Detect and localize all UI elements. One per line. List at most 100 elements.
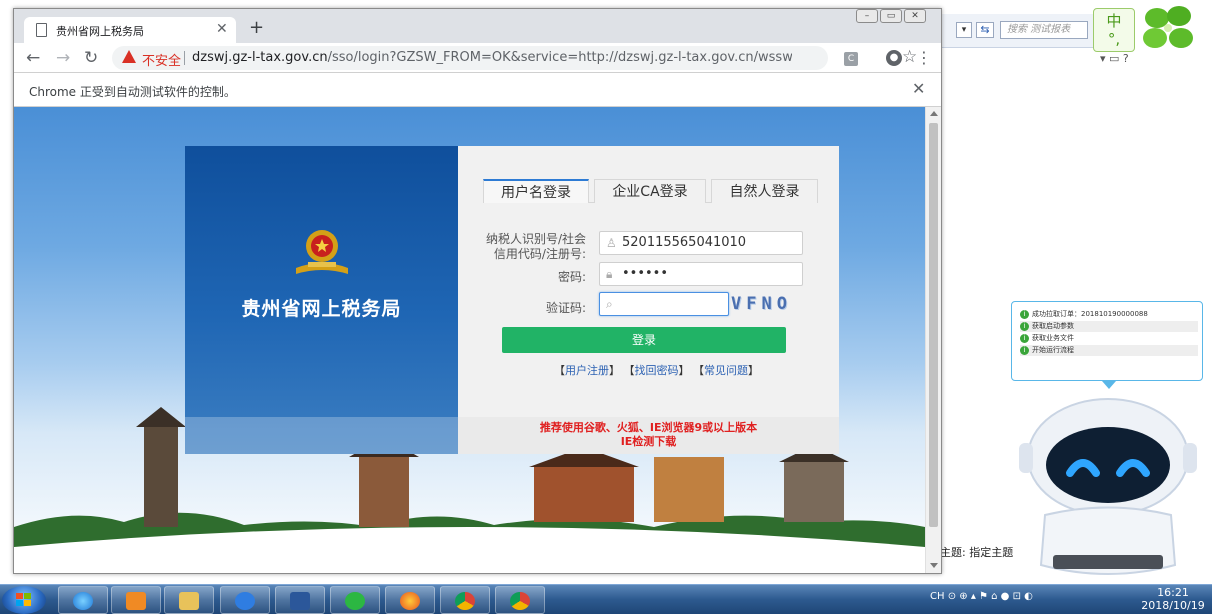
menu-dots-icon[interactable]: ⋮ (916, 48, 932, 67)
taskbar: CH ⊙ ⊕ ▴ ⚑ ⌂ ● ⊡ ◐ 16:21 2018/10/19 (0, 584, 1212, 614)
vertical-scrollbar[interactable] (925, 107, 941, 573)
robot-assistant-icon[interactable] (1015, 395, 1201, 583)
taskbar-sogou[interactable] (220, 586, 270, 614)
tab-enterprise-ca-login[interactable]: 企业CA登录 (594, 179, 706, 203)
system-tray: CH ⊙ ⊕ ▴ ⚑ ⌂ ● ⊡ ◐ (930, 591, 1033, 602)
password-value: •••••• (622, 266, 669, 281)
password-input[interactable]: 🔒︎ •••••• (599, 262, 803, 286)
scroll-down-icon[interactable] (930, 563, 938, 568)
password-label: 密码: (557, 270, 586, 284)
info-icon: i (1020, 322, 1029, 331)
status-row: i 获取启动参数 (1020, 321, 1198, 332)
url-text[interactable]: dzswj.gz-l-tax.gov.cn/sso/login?GZSW_FRO… (192, 50, 792, 65)
taskbar-explorer[interactable] (164, 586, 214, 614)
taskbar-firefox[interactable] (385, 586, 435, 614)
clock[interactable]: 16:21 2018/10/19 (1138, 586, 1208, 612)
taskbar-chrome[interactable] (440, 586, 490, 614)
bookmark-star-icon[interactable]: ☆ (902, 47, 917, 67)
automation-infobar: Chrome 正受到自动测试软件的控制。 ✕ (14, 73, 941, 107)
taskbar-wechat[interactable] (330, 586, 380, 614)
new-tab-icon[interactable]: + (249, 17, 264, 38)
language-indicator[interactable]: CH (930, 591, 945, 602)
chrome-window: 贵州省网上税务局 ✕ + – ▭ ✕ ← → ↻ 不安全 dzswj.gz-l-… (13, 8, 942, 574)
chat-icon (345, 592, 365, 610)
tax-emblem-icon (296, 230, 348, 274)
omnibox[interactable]: 不安全 dzswj.gz-l-tax.gov.cn/sso/login?GZSW… (112, 46, 917, 70)
toolbar: ← → ↻ 不安全 dzswj.gz-l-tax.gov.cn/sso/logi… (14, 43, 941, 73)
minimize-icon[interactable]: – (856, 9, 878, 23)
browser-notice: 推荐使用谷歌、火狐、IE浏览器9或以上版本 IE检测下载 (458, 417, 839, 454)
scroll-up-icon[interactable] (930, 111, 938, 116)
infobar-close-icon[interactable]: ✕ (912, 79, 925, 98)
brand-title: 贵州省网上税务局 (241, 298, 402, 320)
brand-panel: 贵州省网上税务局 (185, 146, 458, 454)
status-row: i 开始运行流程 (1020, 345, 1198, 356)
ie-check-download-link[interactable]: IE检测下载 (458, 435, 839, 449)
profile-avatar-icon[interactable]: ● (886, 50, 902, 66)
ime-indicator[interactable]: 中 °, (1093, 8, 1135, 52)
captcha-image[interactable]: VFNO (731, 292, 805, 316)
ie-icon (73, 592, 93, 610)
status-text: 开始运行流程 (1032, 346, 1074, 354)
taskbar-word[interactable] (275, 586, 325, 614)
media-player-icon (126, 592, 146, 610)
status-row: i 获取业务文件 (1020, 333, 1198, 344)
clock-time: 16:21 (1157, 586, 1189, 599)
forward-arrow-icon[interactable]: → (56, 48, 70, 68)
user-icon: ♙ (606, 236, 617, 250)
refresh-icon[interactable]: ⇆ (976, 22, 994, 38)
browser-tab[interactable]: 贵州省网上税务局 ✕ (24, 17, 236, 44)
taskbar-chrome-2[interactable] (495, 586, 545, 614)
status-row: i 成功拉取订单：201810190000088 (1020, 309, 1198, 320)
chevron-down-icon[interactable]: ▾ (956, 22, 972, 38)
tray-icons[interactable]: ⊙ ⊕ ▴ ⚑ ⌂ ● ⊡ ◐ (948, 591, 1033, 602)
start-button[interactable] (2, 586, 46, 614)
captcha-label: 验证码: (545, 301, 586, 315)
back-arrow-icon[interactable]: ← (26, 48, 40, 68)
login-form-panel: 用户名登录 企业CA登录 自然人登录 纳税人识别号/社会 信用代码/注册号: ♙… (458, 146, 839, 454)
chrome-icon (510, 592, 530, 610)
search-icon: ⌕ (606, 297, 613, 311)
tab-title: 贵州省网上税务局 (56, 25, 144, 38)
brand-panel-footer (185, 417, 458, 454)
register-link[interactable]: 用户注册 (565, 364, 609, 377)
browser-recommendation: 推荐使用谷歌、火狐、IE浏览器9或以上版本 (539, 421, 758, 434)
status-text: 获取业务文件 (1032, 334, 1074, 342)
not-secure-label[interactable]: 不安全 (142, 50, 181, 69)
extension-icon[interactable]: C (844, 52, 858, 66)
url-host: dzswj.gz-l-tax.gov.cn (192, 50, 328, 65)
background-toolbar-icons: ▾ ▭ ? (1100, 52, 1129, 65)
taxpayer-id-value: 520115565041010 (622, 235, 747, 250)
close-icon[interactable]: ✕ (216, 21, 228, 37)
taskbar-ie[interactable] (58, 586, 108, 614)
sogou-icon (235, 592, 255, 610)
help-links: 【用户注册】 【找回密码】 【常见问题】 (554, 364, 759, 377)
folder-icon (179, 592, 199, 610)
login-tabs: 用户名登录 企业CA登录 自然人登录 (483, 179, 818, 203)
scroll-thumb[interactable] (929, 123, 938, 527)
faq-link[interactable]: 常见问题 (704, 364, 748, 377)
tab-username-login[interactable]: 用户名登录 (483, 179, 589, 203)
info-icon: i (1020, 334, 1029, 343)
ime-punct: °, (1107, 30, 1121, 48)
firefox-icon (400, 592, 420, 610)
taxpayer-id-input[interactable]: ♙ 520115565041010 (599, 231, 803, 255)
recover-password-link[interactable]: 找回密码 (635, 364, 679, 377)
warning-icon (122, 50, 136, 63)
tab-natural-person-login[interactable]: 自然人登录 (711, 179, 818, 203)
windows-logo-icon (16, 593, 31, 606)
divider (184, 51, 185, 65)
login-button[interactable]: 登录 (502, 327, 786, 353)
taxpayer-label-line1: 纳税人识别号/社会 (485, 232, 586, 246)
background-search-input[interactable]: 搜索 测试报表 (1000, 21, 1088, 39)
captcha-input[interactable]: ⌕ (599, 292, 729, 316)
chrome-icon (455, 592, 475, 610)
ime-label: 中 (1106, 12, 1122, 30)
word-icon (290, 592, 310, 610)
window-close-icon[interactable]: ✕ (904, 9, 926, 23)
background-topic-label: 主题: 指定主题 (940, 546, 1014, 559)
maximize-icon[interactable]: ▭ (880, 9, 902, 23)
reload-icon[interactable]: ↻ (84, 48, 98, 68)
taxpayer-id-label: 纳税人识别号/社会 信用代码/注册号: (468, 232, 586, 262)
taskbar-media-player[interactable] (111, 586, 161, 614)
